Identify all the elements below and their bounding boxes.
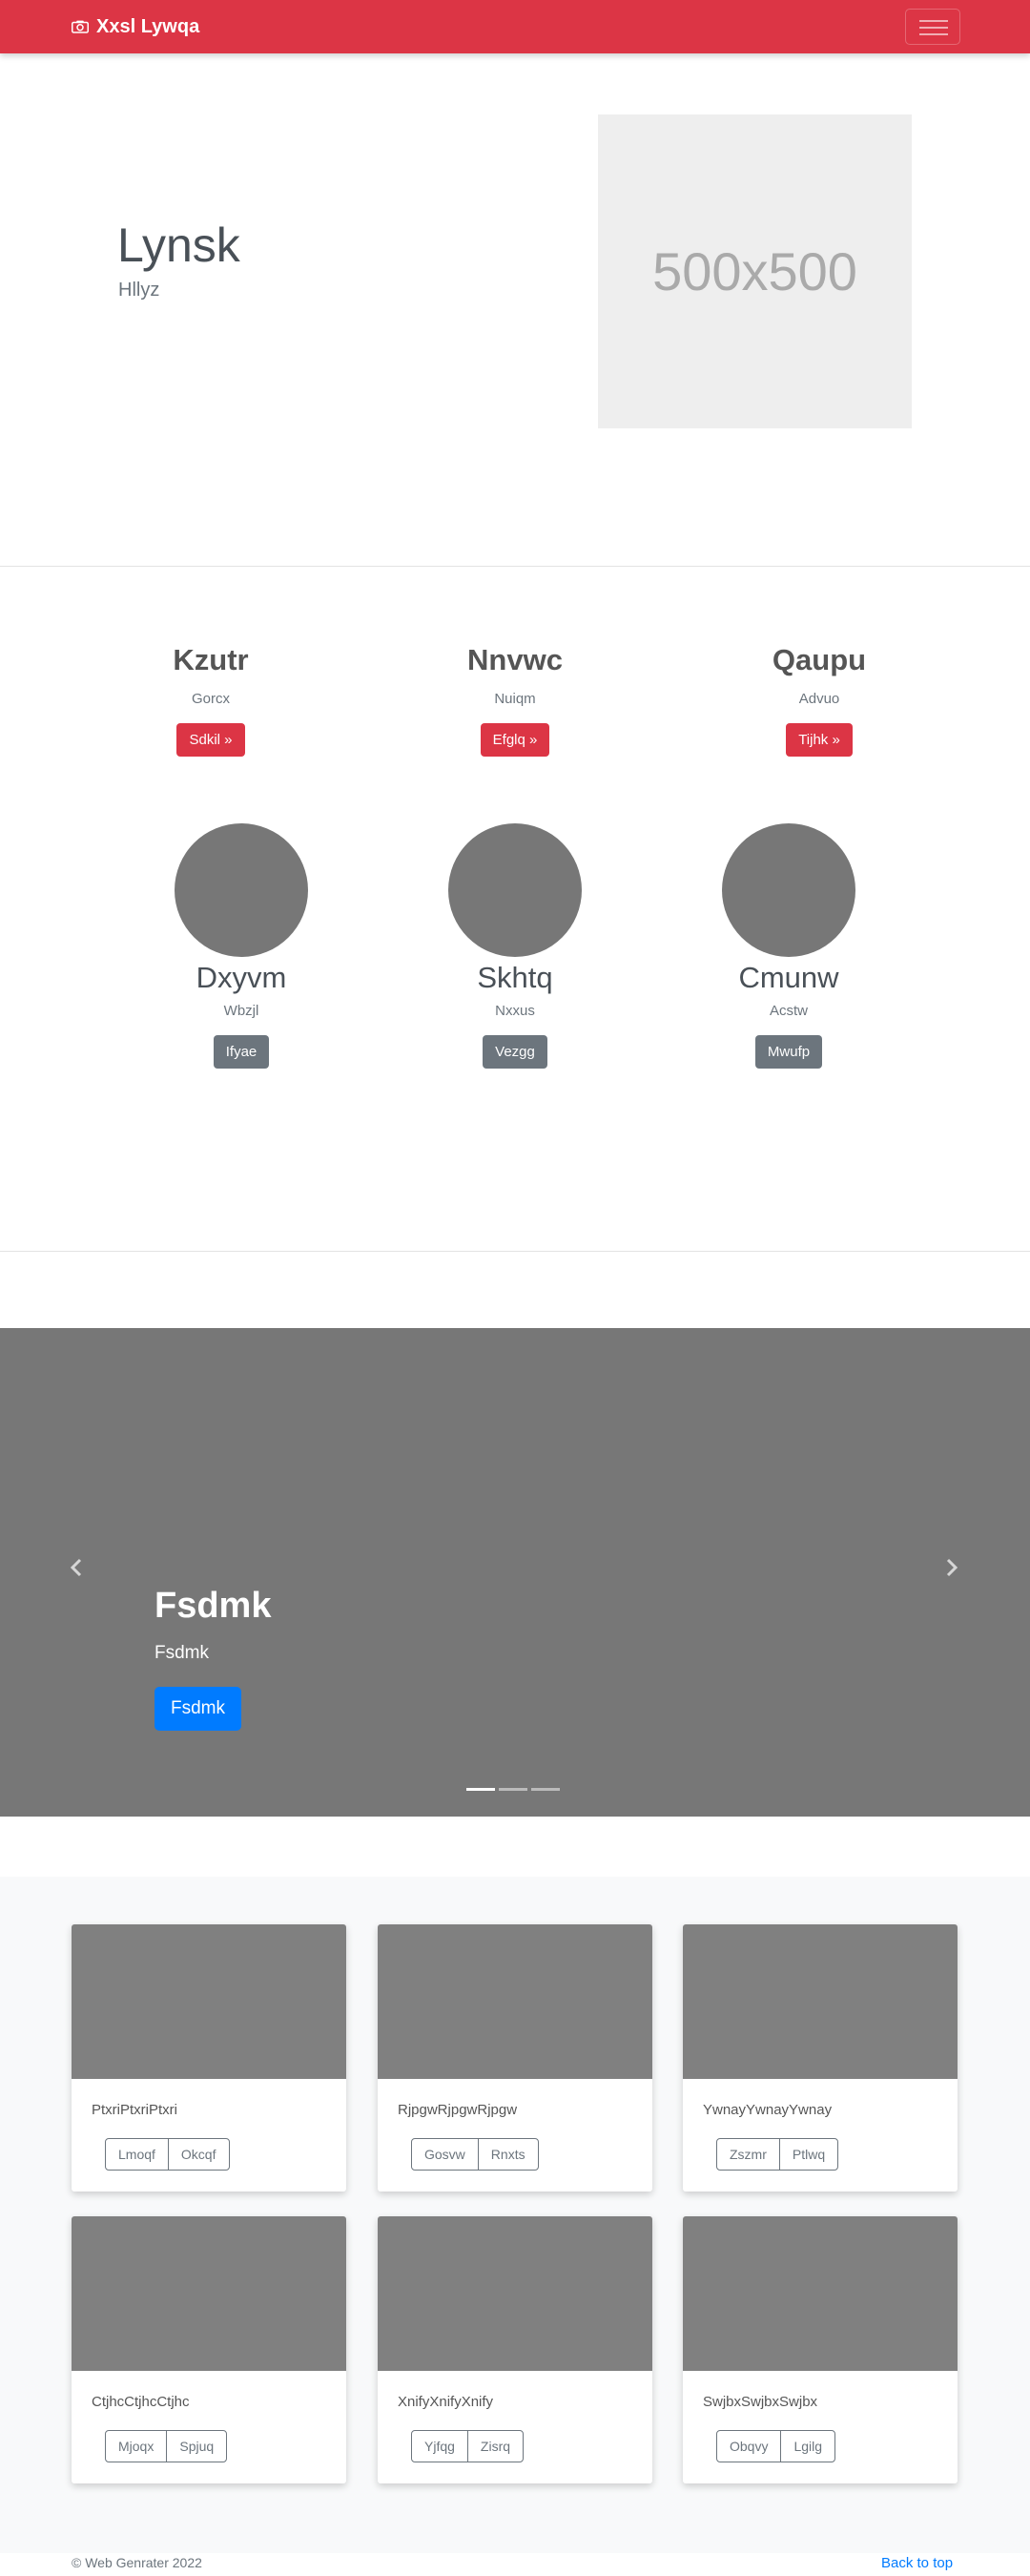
carousel-indicator[interactable] [466,1788,495,1791]
card-button[interactable]: Obqvy [717,2431,780,2462]
feature-button[interactable]: Efglq » [480,723,550,757]
feature-button[interactable]: Sdkil » [176,723,245,757]
card-button[interactable]: Gosvw [412,2139,478,2170]
footer-copyright: © Web Genrater 2022 [72,2555,202,2570]
navbar: Xxsl Lywqa [0,0,1030,53]
feature-text: Advuo [798,691,840,707]
album-section: PtxriPtxriPtxri Lmoqf Okcqf RjpgwRjpgwRj… [0,1877,1030,2553]
card-button[interactable]: Okcqf [167,2139,229,2170]
profile-text: Acstw [769,1003,808,1019]
card-button[interactable]: Rnxts [477,2139,538,2170]
section-divider [0,566,1030,567]
profile-column: Skhtq Nxxus Vezgg [391,823,639,1069]
card-button[interactable]: Mjoqx [106,2431,166,2462]
card-button[interactable]: Yjfqg [412,2431,467,2462]
card-button-group: Mjoqx Spjuq [105,2430,228,2462]
hero-image-placeholder: 500x500 [598,114,912,428]
feature-column: Qaupu Advuo Tijhk » [695,643,943,757]
feature-title: Kzutr [173,643,249,676]
carousel-indicators [466,1788,564,1791]
card-thumbnail [378,1924,652,2079]
carousel-indicator[interactable] [531,1788,560,1791]
feature-title: Nnvwc [467,643,563,676]
card-button[interactable]: Lmoqf [106,2139,168,2170]
card-thumbnail [72,1924,346,2079]
album-card: PtxriPtxriPtxri Lmoqf Okcqf [72,1924,346,2192]
feature-title: Qaupu [772,643,867,676]
feature-column: Kzutr Gorcx Sdkil » [87,643,335,757]
profile-name: Cmunw [738,961,839,994]
album-card: SwjbxSwjbxSwjbx Obqvy Lgilg [683,2216,958,2483]
album-card: RjpgwRjpgwRjpgw Gosvw Rnxts [378,1924,652,2192]
feature-button[interactable]: Tijhk » [786,723,853,757]
hamburger-icon [919,20,948,22]
card-button-group: Gosvw Rnxts [411,2138,539,2171]
hamburger-icon [919,27,948,29]
card-button-group: Obqvy Lgilg [716,2430,836,2462]
avatar [722,823,855,957]
card-button[interactable]: Spjuq [166,2431,226,2462]
carousel: Fsdmk Fsdmk Fsdmk [0,1328,1030,1817]
carousel-button[interactable]: Fsdmk [154,1687,241,1731]
card-text: CtjhcCtjhcCtjhc [92,2394,190,2410]
avatar [448,823,582,957]
hamburger-icon [919,33,948,35]
carousel-caption-title: Fsdmk [154,1586,272,1626]
album-card: XnifyXnifyXnify Yjfqg Zisrq [378,2216,652,2483]
back-to-top-link[interactable]: Back to top [881,2555,953,2571]
feature-text: Gorcx [191,691,230,707]
profile-name: Skhtq [477,961,553,994]
profile-column: Dxyvm Wbzjl Ifyae [117,823,365,1069]
carousel-caption-text: Fsdmk [154,1643,209,1663]
chevron-right-icon[interactable] [941,1557,962,1578]
carousel-indicator[interactable] [499,1788,527,1791]
card-button-group: Lmoqf Okcqf [105,2138,230,2171]
card-text: YwnayYwnayYwnay [703,2102,833,2118]
album-card: YwnayYwnayYwnay Zszmr Ptlwq [683,1924,958,2192]
card-button[interactable]: Zszmr [717,2139,779,2170]
card-button[interactable]: Lgilg [780,2431,834,2462]
profile-text: Nxxus [495,1003,535,1019]
profile-name: Dxyvm [196,961,287,994]
profile-button[interactable]: Ifyae [213,1035,270,1069]
profile-text: Wbzjl [223,1003,259,1019]
profile-column: Cmunw Acstw Mwufp [665,823,913,1069]
card-thumbnail [683,1924,958,2079]
section-divider [0,1251,1030,1252]
album-card: CtjhcCtjhcCtjhc Mjoqx Spjuq [72,2216,346,2483]
card-button-group: Yjfqg Zisrq [411,2430,525,2462]
feature-column: Nnvwc Nuiqm Efglq » [391,643,639,757]
camera-icon [72,20,89,33]
card-text: PtxriPtxriPtxri [92,2102,177,2118]
card-button[interactable]: Zisrq [466,2431,523,2462]
feature-text: Nuiqm [494,691,536,707]
card-thumbnail [683,2216,958,2371]
card-text: RjpgwRjpgwRjpgw [398,2102,518,2118]
brand-name: Xxsl Lywqa [96,15,200,37]
card-thumbnail [378,2216,652,2371]
card-button-group: Zszmr Ptlwq [716,2138,839,2171]
card-text: SwjbxSwjbxSwjbx [703,2394,818,2410]
navbar-toggle-button[interactable] [905,9,960,45]
card-thumbnail [72,2216,346,2371]
hero-subtitle: Hllyz [118,280,160,301]
hero-title: Lynsk [117,218,240,272]
profile-button[interactable]: Mwufp [754,1035,823,1069]
hero-image-label: 500x500 [652,241,857,301]
avatar [175,823,308,957]
chevron-left-icon[interactable] [66,1557,87,1578]
profile-button[interactable]: Vezgg [483,1035,547,1069]
card-button[interactable]: Ptlwq [778,2139,837,2170]
brand-link[interactable]: Xxsl Lywqa [72,0,199,53]
card-text: XnifyXnifyXnify [398,2394,494,2410]
